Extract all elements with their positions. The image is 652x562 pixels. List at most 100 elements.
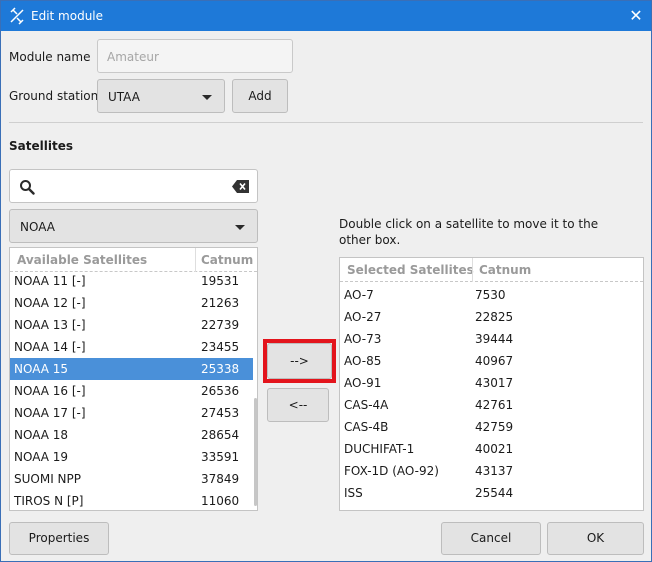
satellite-catnum: 21263 xyxy=(201,296,240,310)
list-item[interactable]: NOAA 14 [-] 23455 xyxy=(10,336,253,358)
chevron-down-icon xyxy=(202,95,212,100)
divider xyxy=(9,122,643,123)
satellite-icon xyxy=(10,7,24,25)
satellite-catnum: 27453 xyxy=(201,406,240,420)
satellite-name: AO-91 xyxy=(344,376,382,390)
list-item[interactable]: CAS-4A 42761 xyxy=(340,394,643,416)
list-item[interactable]: NOAA 18 28654 xyxy=(10,424,253,446)
satellite-catnum: 33591 xyxy=(201,450,240,464)
satellite-name: CAS-4A xyxy=(344,398,389,412)
list-item[interactable]: AO-27 22825 xyxy=(340,306,643,328)
column-separator xyxy=(195,248,196,272)
satellite-name: NOAA 16 [-] xyxy=(14,384,86,398)
window-title: Edit module xyxy=(31,9,104,23)
available-list-scrollbar[interactable] xyxy=(254,398,257,506)
satellite-name: AO-85 xyxy=(344,354,382,368)
move-right-highlight xyxy=(263,339,336,383)
satellite-name: NOAA 13 [-] xyxy=(14,318,86,332)
satellite-catnum: 25544 xyxy=(475,486,514,500)
satellite-catnum: 37849 xyxy=(201,472,240,486)
satellite-name: ISS xyxy=(344,486,363,500)
satellite-name: NOAA 11 [-] xyxy=(14,274,86,288)
satellite-name: AO-73 xyxy=(344,332,382,346)
satellite-catnum: 42761 xyxy=(475,398,514,412)
list-item[interactable]: AO-7 7530 xyxy=(340,284,643,306)
list-item[interactable]: SUOMI NPP 37849 xyxy=(10,468,253,490)
list-item[interactable]: NOAA 17 [-] 27453 xyxy=(10,402,253,424)
satellite-catnum: 19531 xyxy=(201,274,240,288)
list-item[interactable]: NOAA 12 [-] 21263 xyxy=(10,292,253,314)
close-icon[interactable]: ✕ xyxy=(621,1,651,31)
satellite-catnum: 25338 xyxy=(201,362,240,376)
satellite-catnum: 22825 xyxy=(475,310,514,324)
available-list-header: Available Satellites Catnum xyxy=(10,248,257,272)
ok-button[interactable]: OK xyxy=(547,522,644,555)
satellite-catnum: 26536 xyxy=(201,384,240,398)
ground-station-select[interactable]: UTAA xyxy=(97,79,225,113)
list-item[interactable]: NOAA 13 [-] 22739 xyxy=(10,314,253,336)
satellite-name: NOAA 12 [-] xyxy=(14,296,86,310)
satellite-name: CAS-4B xyxy=(344,420,389,434)
satellite-catnum: 42759 xyxy=(475,420,514,434)
list-item[interactable]: NOAA 19 33591 xyxy=(10,446,253,468)
move-left-button[interactable]: <-- xyxy=(267,388,329,422)
list-item[interactable]: ISS 25544 xyxy=(340,482,643,504)
properties-button[interactable]: Properties xyxy=(9,522,109,555)
satellite-name: FOX-1D (AO-92) xyxy=(344,464,439,478)
module-name-label: Module name xyxy=(9,50,91,64)
list-item[interactable]: NOAA 16 [-] 26536 xyxy=(10,380,253,402)
list-item[interactable]: NOAA 11 [-] 19531 xyxy=(10,270,253,292)
satellite-catnum: 7530 xyxy=(475,288,506,302)
satellite-catnum: 22739 xyxy=(201,318,240,332)
satellite-name: TIROS N [P] xyxy=(14,494,84,508)
column-separator xyxy=(472,258,473,282)
satellite-catnum: 43137 xyxy=(475,464,514,478)
satellite-group-select[interactable]: NOAA xyxy=(9,209,258,243)
selected-column-catnum[interactable]: Catnum xyxy=(479,263,531,277)
selected-satellites-list[interactable]: Selected Satellites Catnum AO-7 7530 AO-27… xyxy=(339,257,644,511)
satellite-name: AO-27 xyxy=(344,310,382,324)
satellite-catnum: 23455 xyxy=(201,340,240,354)
move-hint: Double click on a satellite to move it t… xyxy=(339,217,599,247)
chevron-down-icon xyxy=(235,225,245,230)
selected-column-name[interactable]: Selected Satellites xyxy=(347,263,474,277)
cancel-button[interactable]: Cancel xyxy=(441,522,541,555)
selected-list-header: Selected Satellites Catnum xyxy=(340,258,643,282)
satellite-name: NOAA 17 [-] xyxy=(14,406,86,420)
satellite-name: DUCHIFAT-1 xyxy=(344,442,415,456)
module-name-input[interactable]: Amateur xyxy=(97,39,293,73)
list-item[interactable]: AO-91 43017 xyxy=(340,372,643,394)
satellite-name: NOAA 18 xyxy=(14,428,69,442)
list-item[interactable]: DUCHIFAT-1 40021 xyxy=(340,438,643,460)
ground-station-label: Ground station xyxy=(9,89,99,103)
list-item[interactable]: AO-85 40967 xyxy=(340,350,643,372)
title-bar: Edit module ✕ xyxy=(1,1,651,31)
satellite-catnum: 40967 xyxy=(475,354,514,368)
edit-module-dialog: Edit module ✕ Module name Amateur Ground… xyxy=(0,0,652,562)
satellite-group-value: NOAA xyxy=(20,220,55,234)
available-column-catnum[interactable]: Catnum xyxy=(201,253,253,267)
satellite-name: NOAA 15 xyxy=(14,362,69,376)
search-icon xyxy=(20,180,35,195)
available-column-name[interactable]: Available Satellites xyxy=(17,253,147,267)
list-item[interactable]: FOX-1D (AO-92) 43137 xyxy=(340,460,643,482)
list-item[interactable]: NOAA 15 25338 xyxy=(10,358,253,380)
satellite-catnum: 40021 xyxy=(475,442,514,456)
list-item[interactable]: CAS-4B 42759 xyxy=(340,416,643,438)
list-item[interactable]: AO-73 39444 xyxy=(340,328,643,350)
satellite-name: NOAA 14 [-] xyxy=(14,340,86,354)
satellite-catnum: 39444 xyxy=(475,332,514,346)
module-name-placeholder: Amateur xyxy=(107,50,159,64)
satellite-name: AO-7 xyxy=(344,288,374,302)
list-item[interactable]: TIROS N [P] 11060 xyxy=(10,490,253,512)
satellite-catnum: 43017 xyxy=(475,376,514,390)
ground-station-value: UTAA xyxy=(108,90,140,104)
add-button[interactable]: Add xyxy=(232,79,288,113)
satellites-heading: Satellites xyxy=(9,139,73,153)
clear-icon[interactable] xyxy=(232,180,249,193)
satellite-name: NOAA 19 xyxy=(14,450,69,464)
satellite-catnum: 11060 xyxy=(201,494,240,508)
search-input[interactable] xyxy=(9,169,258,203)
satellite-name: SUOMI NPP xyxy=(14,472,82,486)
available-satellites-list[interactable]: Available Satellites Catnum NOAA 11 [-] 1… xyxy=(9,247,258,511)
